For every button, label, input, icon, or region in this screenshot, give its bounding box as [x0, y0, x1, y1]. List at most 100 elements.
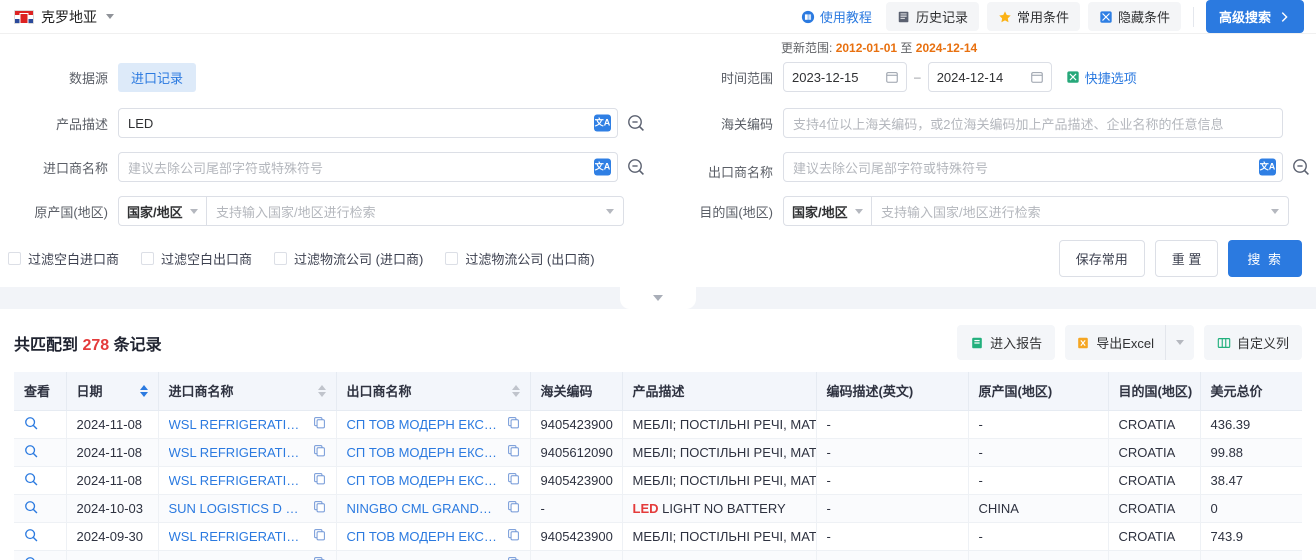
copy-icon[interactable] — [507, 528, 520, 541]
copy-icon[interactable] — [507, 472, 520, 485]
cell-exporter[interactable]: СП ТОВ МОДЕРН ЕКСПО — [336, 522, 531, 551]
hidden-conditions-button[interactable]: 隐藏条件 — [1087, 2, 1181, 31]
cell-exporter[interactable]: NINGBO CML GRANDCORP L... — [336, 550, 531, 560]
enter-report-button[interactable]: 进入报告 — [957, 325, 1056, 360]
copy-icon[interactable] — [313, 416, 326, 429]
date-end-input[interactable]: 2024-12-14 — [927, 62, 1052, 92]
importer-link[interactable]: WSL REFRIGERATION D ... — [169, 529, 307, 544]
filter-logistics-importer-checkbox[interactable]: 过滤物流公司 (进口商) — [274, 249, 423, 268]
exporter-link[interactable]: NINGBO CML GRANDCORP L... — [347, 557, 501, 560]
exporter-link[interactable]: СП ТОВ МОДЕРН ЕКСПО — [347, 445, 501, 460]
cell-importer[interactable]: WSL REFRIGERATION D ... — [158, 466, 337, 495]
copy-icon[interactable] — [507, 444, 520, 457]
cell-importer[interactable]: SUN LOGISTICS D O O — [158, 494, 337, 523]
filter-logistics-exporter-checkbox[interactable]: 过滤物流公司 (出口商) — [445, 249, 595, 268]
translate-icon[interactable]: 文A — [594, 158, 611, 176]
col-importer[interactable]: 进口商名称 — [158, 372, 337, 411]
cell-exporter[interactable]: NINGBO CML GRANDCORP L... — [336, 494, 531, 523]
calendar-icon[interactable] — [885, 70, 899, 84]
cell-view[interactable] — [14, 410, 67, 439]
copy-icon[interactable] — [313, 556, 326, 560]
tutorial-button[interactable]: 使用教程 — [795, 3, 878, 30]
filter-blank-exporter-checkbox[interactable]: 过滤空白出口商 — [141, 249, 252, 268]
table-row[interactable]: 2024-11-08 WSL REFRIGERATION D ... СП ТОВ … — [14, 466, 1302, 495]
advanced-search-button[interactable]: 高级搜索 — [1205, 0, 1304, 33]
view-detail-icon[interactable] — [24, 444, 38, 458]
copy-icon[interactable] — [313, 528, 326, 541]
importer-link[interactable]: SUN LOGISTICS D O O — [169, 501, 307, 516]
view-detail-icon[interactable] — [24, 500, 38, 514]
cell-exporter[interactable]: СП ТОВ МОДЕРН ЕКСПО — [336, 438, 531, 467]
cell-importer[interactable]: SUN LOGISTICS D O O — [158, 550, 337, 560]
update-range: 更新范围: 2012-01-01 至 2024-12-14 — [781, 39, 977, 56]
view-detail-icon[interactable] — [24, 472, 38, 486]
copy-icon[interactable] — [507, 556, 520, 560]
copy-icon[interactable] — [507, 416, 520, 429]
reset-button[interactable]: 重 置 — [1154, 240, 1219, 277]
sort-importer-button[interactable] — [310, 384, 326, 397]
exporter-input[interactable]: 建议去除公司尾部字符或特殊符号 文A — [783, 152, 1283, 182]
dest-type-select[interactable]: 国家/地区 — [783, 196, 871, 226]
table-row[interactable]: 2024-09-30 WSL REFRIGERATION D ... СП ТОВ … — [14, 522, 1302, 551]
datasource-import-records-tab[interactable]: 进口记录 — [118, 62, 197, 92]
table-row[interactable]: 2024-09-27 SUN LOGISTICS D O O NINGBO CML … — [14, 550, 1302, 560]
cell-view[interactable] — [14, 522, 67, 551]
zoom-out-icon[interactable] — [1291, 157, 1311, 177]
view-detail-icon[interactable] — [24, 528, 38, 542]
custom-columns-button[interactable]: 自定义列 — [1203, 325, 1302, 360]
cell-exporter[interactable]: СП ТОВ МОДЕРН ЕКСПО — [336, 466, 531, 495]
copy-icon[interactable] — [313, 444, 326, 457]
cell-importer[interactable]: WSL REFRIGERATION D ... — [158, 410, 337, 439]
cell-view[interactable] — [14, 466, 67, 495]
importer-input[interactable]: 建议去除公司尾部字符或特殊符号 文A — [118, 152, 618, 182]
save-favorite-button[interactable]: 保存常用 — [1058, 240, 1145, 277]
exporter-link[interactable]: NINGBO CML GRANDCORP L... — [347, 501, 501, 516]
cell-view[interactable] — [14, 438, 67, 467]
quick-options-button[interactable]: 快捷选项 — [1066, 68, 1137, 87]
translate-icon[interactable]: 文A — [594, 114, 611, 132]
copy-icon[interactable] — [313, 500, 326, 513]
col-exporter[interactable]: 出口商名称 — [336, 372, 531, 411]
col-date[interactable]: 日期 — [66, 372, 159, 411]
checkbox-box — [8, 252, 21, 265]
cell-exporter[interactable]: СП ТОВ МОДЕРН ЕКСПО — [336, 410, 531, 439]
collapse-panel-button[interactable] — [620, 287, 696, 309]
origin-country-select[interactable]: 支持输入国家/地区进行检索 — [206, 196, 624, 226]
view-detail-icon[interactable] — [24, 416, 38, 430]
importer-link[interactable]: WSL REFRIGERATION D ... — [169, 445, 307, 460]
importer-link[interactable]: SUN LOGISTICS D O O — [169, 557, 307, 560]
cell-view[interactable] — [14, 550, 67, 560]
origin-type-select[interactable]: 国家/地区 — [118, 196, 206, 226]
country-selector[interactable]: 克罗地亚 — [14, 7, 114, 27]
exporter-link[interactable]: СП ТОВ МОДЕРН ЕКСПО — [347, 529, 501, 544]
export-dropdown-button[interactable] — [1164, 325, 1194, 360]
favorites-button[interactable]: 常用条件 — [986, 2, 1080, 31]
table-row[interactable]: 2024-11-08 WSL REFRIGERATION D ... СП ТОВ … — [14, 410, 1302, 439]
date-start-input[interactable]: 2023-12-15 — [783, 62, 907, 92]
dest-country-select[interactable]: 支持输入国家/地区进行检索 — [871, 196, 1289, 226]
calendar-icon[interactable] — [1030, 70, 1044, 84]
cell-importer[interactable]: WSL REFRIGERATION D ... — [158, 522, 337, 551]
copy-icon[interactable] — [313, 472, 326, 485]
filter-blank-importer-checkbox[interactable]: 过滤空白进口商 — [8, 249, 119, 268]
cell-importer[interactable]: WSL REFRIGERATION D ... — [158, 438, 337, 467]
table-row[interactable]: 2024-11-08 WSL REFRIGERATION D ... СП ТОВ … — [14, 438, 1302, 467]
importer-link[interactable]: WSL REFRIGERATION D ... — [169, 473, 307, 488]
view-detail-icon[interactable] — [24, 556, 38, 560]
exporter-link[interactable]: СП ТОВ МОДЕРН ЕКСПО — [347, 417, 501, 432]
copy-icon[interactable] — [507, 500, 520, 513]
sort-exporter-button[interactable] — [504, 384, 520, 397]
zoom-out-icon[interactable] — [626, 157, 646, 177]
history-button[interactable]: 历史记录 — [885, 2, 979, 31]
search-button[interactable]: 搜 索 — [1228, 240, 1302, 277]
cell-view[interactable] — [14, 494, 67, 523]
table-row[interactable]: 2024-10-03 SUN LOGISTICS D O O NINGBO CML … — [14, 494, 1302, 523]
sort-date-button[interactable] — [132, 384, 148, 397]
translate-icon[interactable]: 文A — [1259, 158, 1276, 176]
hscode-input[interactable]: 支持4位以上海关编码，或2位海关编码加上产品描述、企业名称的任意信息 — [783, 108, 1283, 138]
product-input[interactable]: LED 文A — [118, 108, 618, 138]
exporter-link[interactable]: СП ТОВ МОДЕРН ЕКСПО — [347, 473, 501, 488]
export-excel-button[interactable]: 导出Excel — [1065, 325, 1165, 360]
zoom-out-icon[interactable] — [626, 113, 646, 133]
importer-link[interactable]: WSL REFRIGERATION D ... — [169, 417, 307, 432]
